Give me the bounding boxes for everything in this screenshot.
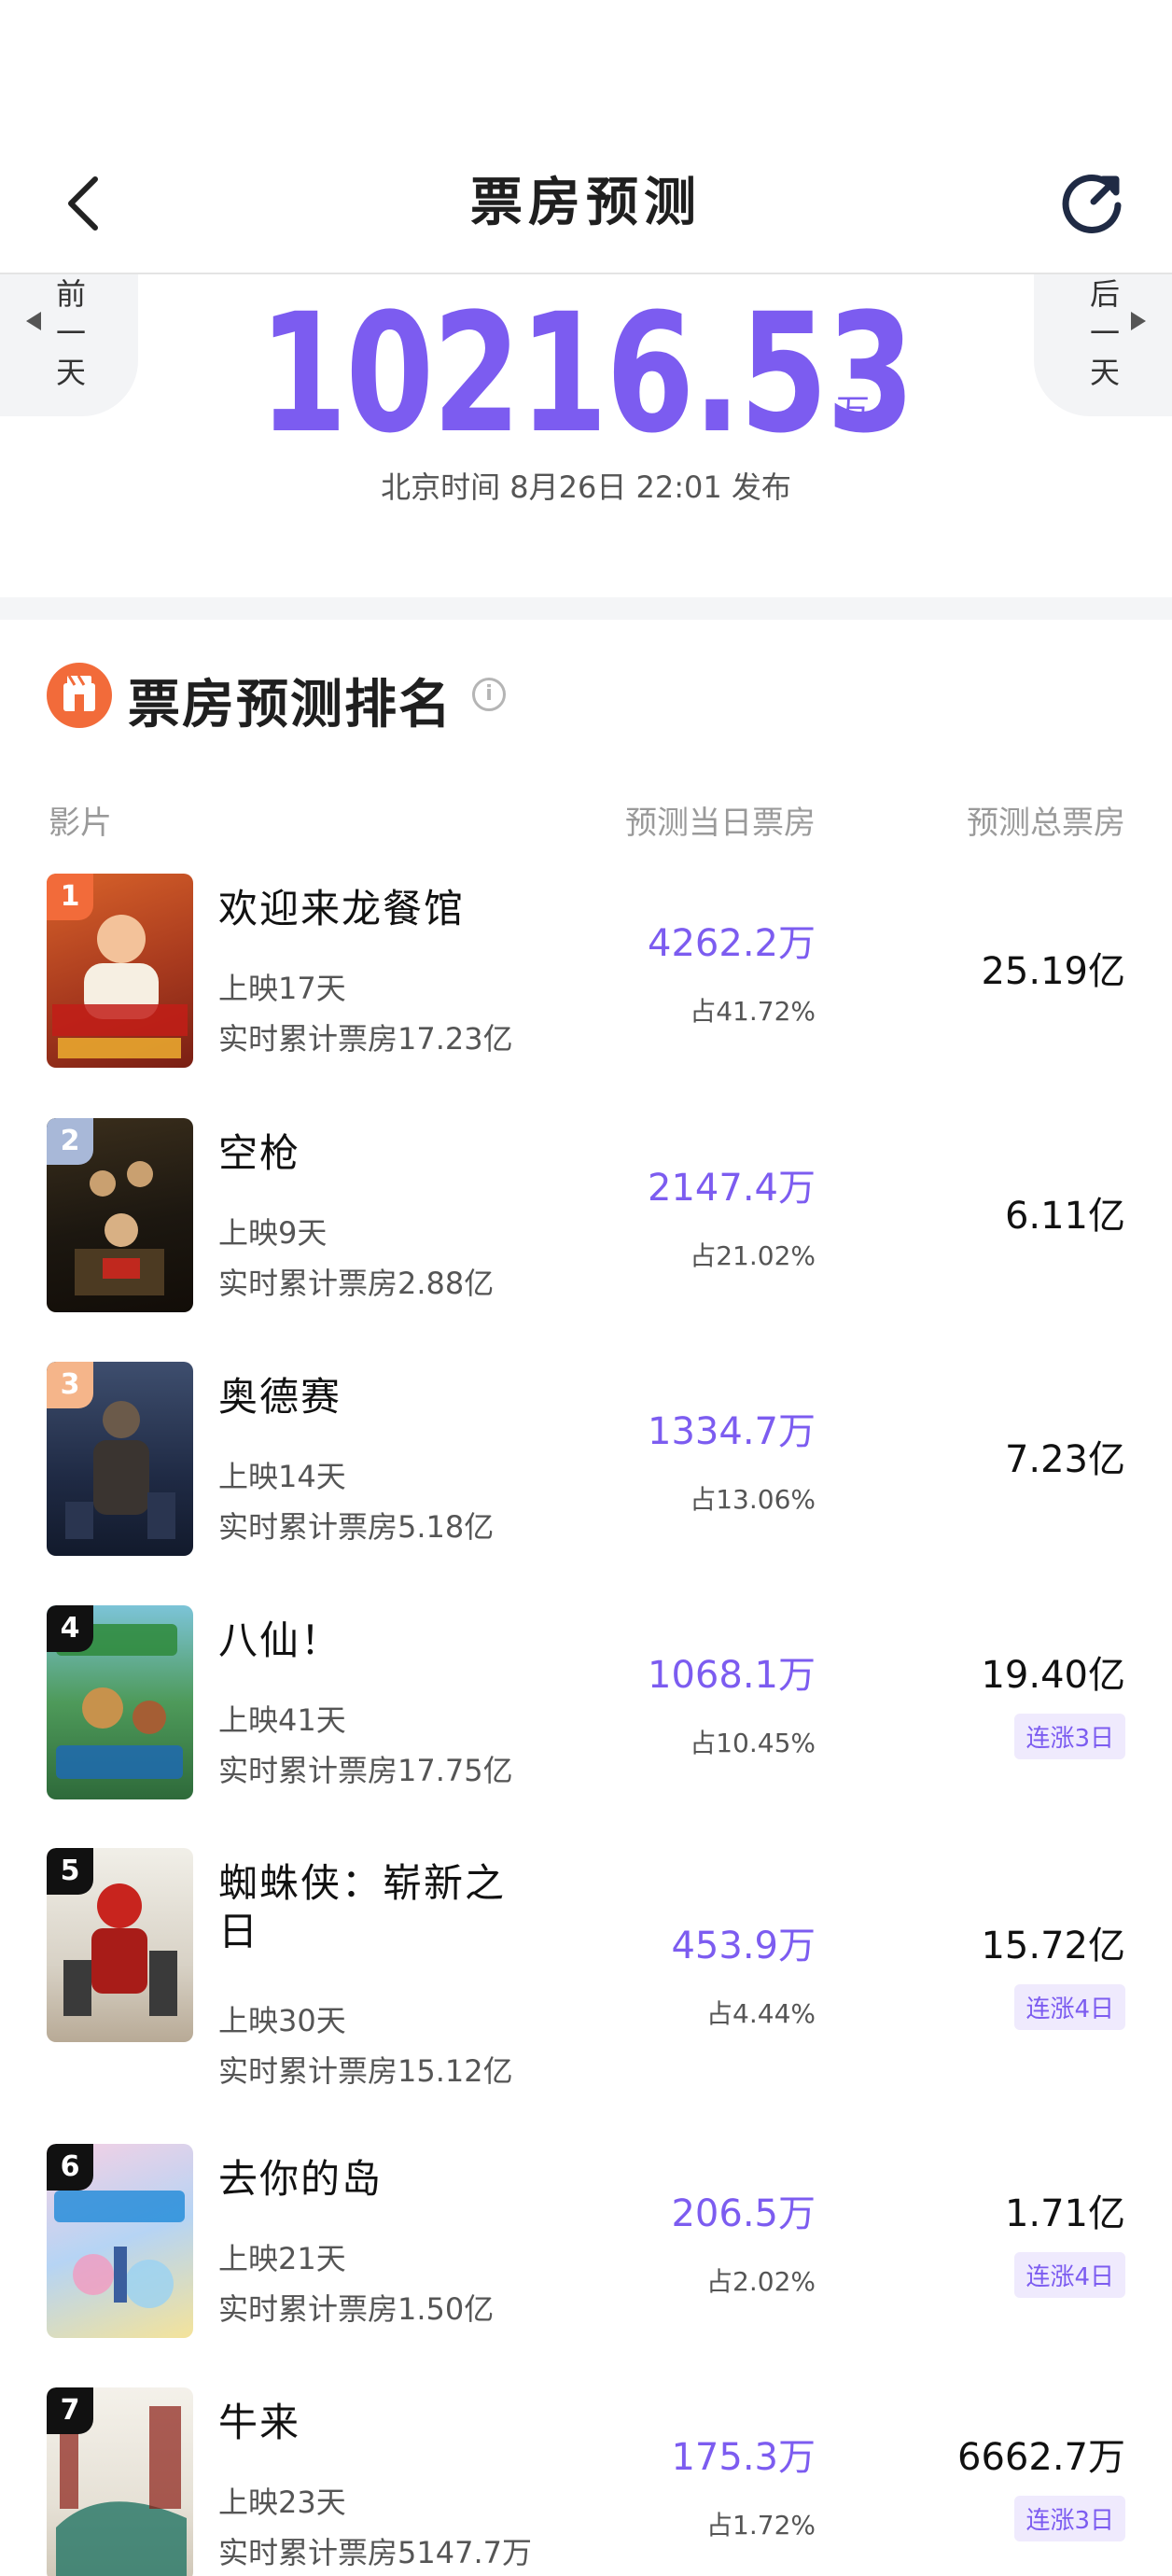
film-poster: 4 bbox=[47, 1605, 193, 1799]
day-forecast-share: 占4.44% bbox=[706, 1998, 816, 2029]
day-forecast-value: 4262.2万 bbox=[648, 922, 816, 965]
total-forecast: 25.19亿 bbox=[981, 950, 1125, 993]
rank-badge: 3 bbox=[47, 1362, 93, 1408]
film-poster: 6 bbox=[47, 2144, 193, 2338]
total-forecast-value: 10216.53 bbox=[258, 278, 914, 469]
page: 票房预测 前一天 后一天 10216.53 万 北京时间 8月26日 22:01… bbox=[0, 0, 1172, 2576]
film-days: 上映41天 bbox=[218, 1702, 346, 1738]
rank-badge: 5 bbox=[47, 1848, 93, 1895]
day-forecast-share: 占10.45% bbox=[690, 1728, 816, 1758]
film-cumulative: 实时累计票房2.88亿 bbox=[218, 1266, 495, 1301]
total-forecast: 19.40亿 bbox=[981, 1654, 1125, 1697]
total-forecast: 15.72亿 bbox=[981, 1925, 1125, 1967]
film-name: 去你的岛 bbox=[218, 2156, 384, 2202]
total-forecast: 6662.7万 bbox=[957, 2436, 1125, 2479]
day-forecast-value: 1334.7万 bbox=[648, 1410, 816, 1453]
film-days: 上映14天 bbox=[218, 1459, 346, 1494]
film-cumulative: 实时累计票房5147.7万 bbox=[218, 2535, 532, 2570]
film-poster: 1 bbox=[47, 874, 193, 1068]
total-forecast: 7.23亿 bbox=[1004, 1438, 1125, 1481]
film-name-line-1: 蜘蛛侠：崭新之 bbox=[218, 1860, 507, 1906]
day-forecast-value: 453.9万 bbox=[671, 1925, 816, 1967]
rank-badge: 1 bbox=[47, 874, 93, 920]
rising-streak-badge: 连涨4日 bbox=[1014, 1984, 1125, 2030]
film-name-line-2: 日 bbox=[218, 1909, 260, 1954]
total-forecast-unit: 万 bbox=[836, 393, 871, 431]
day-forecast-share: 占41.72% bbox=[690, 996, 816, 1027]
total-forecast: 1.71亿 bbox=[1004, 2192, 1125, 2235]
day-forecast-share: 占1.72% bbox=[706, 2510, 816, 2541]
film-poster: 2 bbox=[47, 1118, 193, 1312]
column-header-total-forecast: 预测总票房 bbox=[967, 805, 1125, 842]
rank-badge: 4 bbox=[47, 1605, 93, 1652]
day-forecast-share: 占2.02% bbox=[706, 2266, 816, 2297]
left-triangle-icon bbox=[26, 312, 41, 330]
info-icon[interactable]: i bbox=[472, 678, 506, 711]
film-poster: 7 bbox=[47, 2387, 193, 2576]
page-title: 票房预测 bbox=[470, 173, 702, 233]
rank-badge: 7 bbox=[47, 2387, 93, 2434]
section-title: 票房预测排名 bbox=[128, 675, 453, 735]
rank-badge: 6 bbox=[47, 2144, 93, 2191]
top-bar: 票房预测 bbox=[0, 0, 1172, 274]
film-days: 上映30天 bbox=[218, 2003, 346, 2038]
film-name: 欢迎来龙餐馆 bbox=[218, 886, 466, 931]
day-forecast-value: 175.3万 bbox=[671, 2436, 816, 2479]
section-divider bbox=[0, 597, 1172, 620]
film-name: 空枪 bbox=[218, 1130, 301, 1176]
refresh-icon[interactable] bbox=[1060, 168, 1127, 235]
day-forecast-value: 2147.4万 bbox=[648, 1167, 816, 1210]
cinema-ticket-icon bbox=[47, 663, 112, 728]
film-days: 上映21天 bbox=[218, 2241, 346, 2276]
column-header-film: 影片 bbox=[49, 805, 112, 842]
column-header-day-forecast: 预测当日票房 bbox=[625, 805, 816, 842]
film-poster: 3 bbox=[47, 1362, 193, 1556]
film-cumulative: 实时累计票房17.23亿 bbox=[218, 1021, 513, 1057]
rising-streak-badge: 连涨4日 bbox=[1014, 2252, 1125, 2298]
film-days: 上映17天 bbox=[218, 971, 346, 1006]
film-cumulative: 实时累计票房15.12亿 bbox=[218, 2053, 513, 2089]
film-cumulative: 实时累计票房1.50亿 bbox=[218, 2291, 495, 2327]
film-name: 牛来 bbox=[218, 2400, 301, 2445]
rising-streak-badge: 连涨3日 bbox=[1014, 1714, 1125, 1759]
film-cumulative: 实时累计票房17.75亿 bbox=[218, 1753, 513, 1788]
film-days: 上映23天 bbox=[218, 2485, 346, 2520]
rank-badge: 2 bbox=[47, 1118, 93, 1165]
rising-streak-badge: 连涨3日 bbox=[1014, 2496, 1125, 2541]
film-name: 八仙！ bbox=[218, 1617, 342, 1663]
day-forecast-share: 占13.06% bbox=[690, 1484, 816, 1515]
film-days: 上映9天 bbox=[218, 1215, 328, 1251]
day-forecast-share: 占21.02% bbox=[690, 1240, 816, 1271]
film-cumulative: 实时累计票房5.18亿 bbox=[218, 1509, 495, 1545]
total-forecast: 6.11亿 bbox=[1004, 1195, 1125, 1238]
film-poster: 5 bbox=[47, 1848, 193, 2042]
day-forecast-value: 1068.1万 bbox=[648, 1654, 816, 1697]
right-triangle-icon bbox=[1131, 312, 1146, 330]
day-forecast-value: 206.5万 bbox=[671, 2192, 816, 2235]
film-name: 奥德赛 bbox=[218, 1374, 342, 1420]
publish-time: 北京时间 8月26日 22:01 发布 bbox=[381, 469, 791, 505]
